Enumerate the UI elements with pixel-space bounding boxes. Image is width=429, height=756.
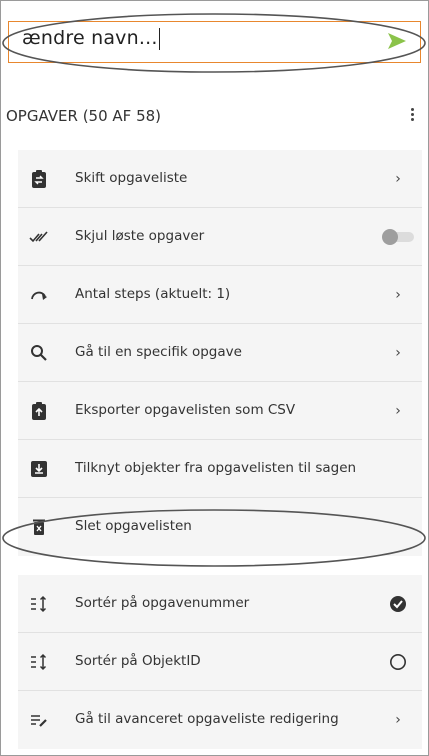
edit-list-icon xyxy=(31,715,47,727)
menu-item-delete-list[interactable]: Slet opgavelisten xyxy=(18,498,422,556)
menu-item-label: Skift opgaveliste xyxy=(75,170,188,186)
chevron-right-icon: › xyxy=(395,403,401,419)
task-list-header: OPGAVER (50 AF 58) xyxy=(0,99,429,135)
menu-item-steps[interactable]: Antal steps (aktuelt: 1) › xyxy=(18,266,422,324)
hide-solved-toggle[interactable] xyxy=(382,229,414,245)
menu-item-label: Skjul løste opgaver xyxy=(75,228,205,244)
menu-item-export-csv[interactable]: Eksporter opgavelisten som CSV › xyxy=(18,382,422,440)
menu-item-label: Sortér på opgavenummer xyxy=(75,595,250,611)
radio-empty-icon[interactable] xyxy=(388,651,408,673)
clipboard-swap-icon xyxy=(32,170,46,188)
menu-item-attach-objects[interactable]: Tilknyt objekter fra opgavelisten til sa… xyxy=(18,440,422,498)
page-title: OPGAVER (50 AF 58) xyxy=(6,107,162,125)
rename-input[interactable]: ændre navn... xyxy=(22,27,160,50)
steps-arrow-icon xyxy=(31,291,47,300)
clipboard-export-icon xyxy=(32,402,46,420)
double-check-icon xyxy=(29,231,48,243)
sort-menu: Sortér på opgavenummer Sortér på ObjektI… xyxy=(18,575,422,749)
chevron-right-icon: › xyxy=(395,171,401,187)
send-icon[interactable] xyxy=(387,31,407,51)
chevron-right-icon: › xyxy=(395,712,401,728)
chevron-right-icon: › xyxy=(395,345,401,361)
more-options-icon[interactable] xyxy=(408,106,416,126)
trash-icon xyxy=(33,519,45,535)
menu-item-hide-solved[interactable]: Skjul løste opgaver xyxy=(18,208,422,266)
search-icon xyxy=(31,345,47,361)
menu-item-label: Slet opgavelisten xyxy=(75,518,192,534)
sort-icon xyxy=(31,653,47,671)
menu-item-sort-object-id[interactable]: Sortér på ObjektID xyxy=(18,633,422,691)
chevron-right-icon: › xyxy=(395,287,401,303)
menu-item-label: Antal steps (aktuelt: 1) xyxy=(75,286,231,302)
download-box-icon xyxy=(31,461,47,477)
menu-item-label: Sortér på ObjektID xyxy=(75,653,201,669)
menu-item-goto-task[interactable]: Gå til en specifik opgave › xyxy=(18,324,422,382)
text-caret xyxy=(158,27,160,50)
check-circle-icon[interactable] xyxy=(388,593,408,615)
task-list-menu: Skift opgaveliste › Skjul løste opgaver … xyxy=(18,150,422,556)
menu-item-label: Tilknyt objekter fra opgavelisten til sa… xyxy=(75,460,357,476)
sort-icon xyxy=(31,595,47,613)
menu-item-label: Gå til en specifik opgave xyxy=(75,344,242,360)
menu-item-sort-task-number[interactable]: Sortér på opgavenummer xyxy=(18,575,422,633)
menu-item-label: Eksporter opgavelisten som CSV xyxy=(75,402,296,418)
menu-item-label: Gå til avanceret opgaveliste redigering xyxy=(75,711,339,727)
menu-item-advanced-edit[interactable]: Gå til avanceret opgaveliste redigering … xyxy=(18,691,422,749)
menu-item-switch-list[interactable]: Skift opgaveliste › xyxy=(18,150,422,208)
